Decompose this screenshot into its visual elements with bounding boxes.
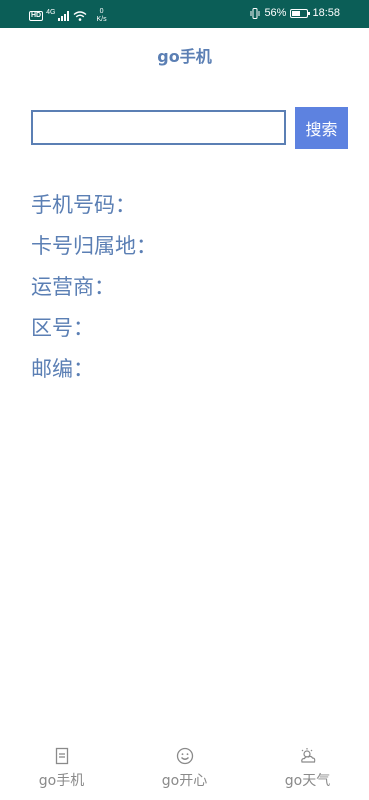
search-button[interactable]: 搜索 bbox=[295, 107, 348, 149]
phone-search-input[interactable] bbox=[31, 110, 286, 145]
status-left: HD 4G 0 K/s bbox=[29, 8, 107, 24]
nav-item-go-weather[interactable]: go天气 bbox=[246, 740, 369, 800]
weather-icon bbox=[300, 748, 315, 763]
postal-code-label: 邮编： bbox=[31, 357, 94, 381]
battery-percent: 56% bbox=[264, 7, 287, 19]
phone-number-label: 手机号码： bbox=[31, 193, 136, 217]
clock: 18:58 bbox=[312, 7, 340, 19]
smile-icon bbox=[176, 747, 193, 765]
network-type: 4G bbox=[46, 8, 56, 16]
signal-icon bbox=[58, 11, 70, 21]
nav-item-go-happy[interactable]: go开心 bbox=[123, 740, 246, 800]
area-code-label: 区号： bbox=[31, 316, 94, 340]
speed-unit: K/s bbox=[96, 16, 107, 23]
phone-list-icon bbox=[55, 747, 68, 765]
bottom-nav: go手机 go开心 go天气 bbox=[0, 740, 369, 800]
nav-label-go-happy: go开心 bbox=[161, 773, 208, 789]
hd-badge: HD bbox=[29, 11, 44, 21]
carrier-label: 运营商： bbox=[31, 275, 115, 299]
status-bar: HD 4G 0 K/s 56% 18:58 bbox=[0, 0, 369, 28]
page-title: go手机 bbox=[157, 47, 212, 66]
status-right: 56% 18:58 bbox=[250, 7, 340, 19]
result-info-list: 手机号码： 卡号归属地： 运营商： 区号： 邮编： bbox=[31, 190, 157, 395]
wifi-icon bbox=[74, 11, 87, 21]
nav-item-go-phone[interactable]: go手机 bbox=[0, 740, 123, 800]
nav-label-go-phone: go手机 bbox=[38, 773, 85, 789]
nav-label-go-weather: go天气 bbox=[284, 773, 331, 789]
battery-fill bbox=[292, 10, 301, 16]
network-speed: 0 K/s bbox=[96, 8, 106, 24]
vibrate-icon bbox=[250, 7, 260, 19]
battery-icon bbox=[290, 8, 311, 18]
speed-value: 0 bbox=[99, 8, 104, 15]
card-location-label: 卡号归属地： bbox=[31, 234, 157, 258]
